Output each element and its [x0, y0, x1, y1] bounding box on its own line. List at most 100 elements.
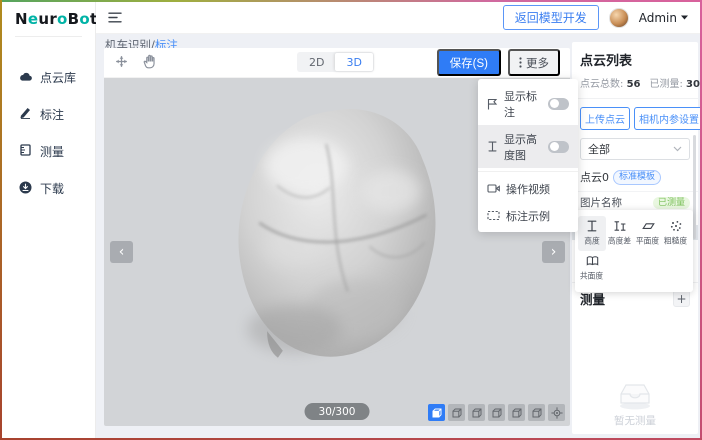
frame-icon [487, 210, 500, 221]
view-mode-2d[interactable]: 2D [298, 53, 335, 71]
menu-item-label: 操作视频 [506, 181, 550, 197]
cube-left-icon[interactable] [488, 404, 505, 421]
tool-label: 平面度 [636, 235, 659, 246]
tool-label: 共面度 [580, 270, 603, 281]
tool-label: 粗糙度 [664, 235, 687, 246]
top-bar: 返回模型开发 Admin [96, 2, 700, 34]
logo-segment: B [68, 10, 80, 28]
ruler-icon [19, 144, 32, 159]
pointcloud-group-row[interactable]: 点云0 标准模板 [580, 169, 690, 185]
video-icon [487, 183, 500, 194]
toggle-knob [550, 99, 559, 108]
roughness-icon [670, 220, 682, 232]
measure-tools-popup: 高度 高度差 平面度 粗糙度 共面度 [575, 210, 693, 292]
stat-measured: 已测量: 30 [649, 75, 699, 90]
cube-3d-icon[interactable] [428, 404, 445, 421]
toggle-knob [550, 142, 559, 151]
panel-stats: 点云总数: 56 已测量: 30 [580, 75, 690, 90]
height-diff-icon [614, 220, 626, 232]
panel-title: 点云列表 [580, 50, 690, 69]
avatar[interactable] [609, 8, 629, 28]
sidebar-nav: 点云库 标注 测量 下载 [2, 59, 95, 207]
sidebar-item-pointcloud-library[interactable]: 点云库 [2, 59, 95, 96]
text-height-icon [487, 141, 498, 152]
move-icon[interactable] [114, 54, 129, 72]
flag-icon [487, 98, 498, 110]
pointcloud-list-panel: 点云列表 点云总数: 56 已测量: 30 上传点云 相机内参设置 全部 点云0… [572, 42, 698, 434]
cube-bottom-icon[interactable] [468, 404, 485, 421]
frame-edge-top [0, 0, 702, 2]
sidebar-item-annotate[interactable]: 标注 [2, 96, 95, 133]
menu-item-label: 标注示例 [506, 208, 550, 224]
pen-icon [19, 107, 32, 122]
upload-pointcloud-button[interactable]: 上传点云 [580, 107, 630, 130]
camera-intrinsics-button[interactable]: 相机内参设置 [634, 107, 700, 130]
tool-coplanarity[interactable]: 共面度 [578, 251, 606, 286]
pointcloud-name: 点云0 [580, 169, 609, 185]
cloud-icon [19, 71, 32, 85]
menu-item-show-annotations[interactable]: 显示标注 [478, 82, 578, 125]
menu-item-show-heightmap[interactable]: 显示高度图 [478, 125, 578, 168]
menu-item-annotation-example[interactable]: 标注示例 [478, 202, 578, 229]
logo-segment: N [15, 10, 28, 28]
menu-fold-icon[interactable] [108, 12, 122, 23]
tool-roughness[interactable]: 粗糙度 [662, 216, 690, 251]
image-pager: 30/300 [305, 403, 370, 420]
more-dots-icon [519, 57, 522, 68]
cube-top-icon[interactable] [448, 404, 465, 421]
download-icon [19, 181, 32, 197]
display-options-menu: 显示标注 显示高度图 操作视频 标注示例 [478, 79, 578, 232]
logo-segment: ur [38, 10, 57, 28]
cube-right-icon[interactable] [508, 404, 525, 421]
sidebar-item-label: 下载 [40, 180, 64, 197]
app-window: NeuroBot 点云库 标注 测量 下载 [0, 0, 702, 440]
height-icon [586, 220, 598, 232]
top-bar-right: 返回模型开发 Admin [503, 5, 688, 30]
locate-icon[interactable] [548, 404, 565, 421]
empty-box-icon [611, 378, 659, 410]
user-name: Admin [639, 11, 677, 25]
filter-value: 全部 [588, 141, 610, 157]
more-label: 更多 [526, 55, 549, 71]
add-measure-button[interactable]: + [673, 290, 690, 307]
tool-height[interactable]: 高度 [578, 216, 606, 251]
status-badge: 已测量 [653, 197, 690, 209]
stat-total: 点云总数: 56 [580, 75, 640, 90]
tool-label: 高度差 [608, 235, 631, 246]
view-cube-buttons [428, 404, 565, 421]
next-image-button[interactable]: › [542, 241, 565, 263]
sidebar-item-label: 点云库 [40, 69, 76, 86]
prev-image-button[interactable]: ‹ [110, 241, 133, 263]
measure-empty-state: 暂无测量 [572, 378, 698, 428]
view-mode-3d[interactable]: 3D [335, 53, 372, 71]
app-root: NeuroBot 点云库 标注 测量 下载 [2, 2, 700, 438]
menu-item-label: 显示标注 [504, 88, 542, 120]
sidebar-item-download[interactable]: 下载 [2, 170, 95, 207]
sidebar-item-measure[interactable]: 测量 [2, 133, 95, 170]
template-badge: 标准模板 [613, 170, 661, 185]
image-name: 图片名称 [580, 195, 622, 210]
point-cloud-model[interactable] [208, 96, 464, 388]
panel-divider [572, 98, 698, 99]
save-button[interactable]: 保存(S) [437, 49, 501, 76]
more-button[interactable]: 更多 [508, 49, 560, 76]
app-logo: NeuroBot [2, 2, 95, 36]
show-heightmap-toggle[interactable] [548, 141, 569, 153]
panel-scrollbar[interactable] [693, 135, 696, 239]
hand-icon[interactable] [143, 54, 157, 72]
show-annotations-toggle[interactable] [548, 98, 569, 110]
menu-item-label: 显示高度图 [504, 131, 542, 163]
menu-item-tutorial-video[interactable]: 操作视频 [478, 175, 578, 202]
filter-select[interactable]: 全部 [580, 138, 690, 160]
cube-back-icon[interactable] [528, 404, 545, 421]
coplanarity-icon [586, 255, 599, 267]
user-menu[interactable]: Admin [639, 11, 688, 25]
back-to-model-dev-button[interactable]: 返回模型开发 [503, 5, 599, 30]
chevron-down-icon [673, 146, 682, 152]
tool-flatness[interactable]: 平面度 [634, 216, 662, 251]
image-row[interactable]: 图片名称 已测量 [580, 195, 690, 210]
tool-height-diff[interactable]: 高度差 [606, 216, 634, 251]
sidebar-item-label: 测量 [40, 143, 64, 160]
canvas-toolbar: 2D 3D 保存(S) 更多 [104, 48, 570, 78]
logo-divider [15, 36, 82, 37]
